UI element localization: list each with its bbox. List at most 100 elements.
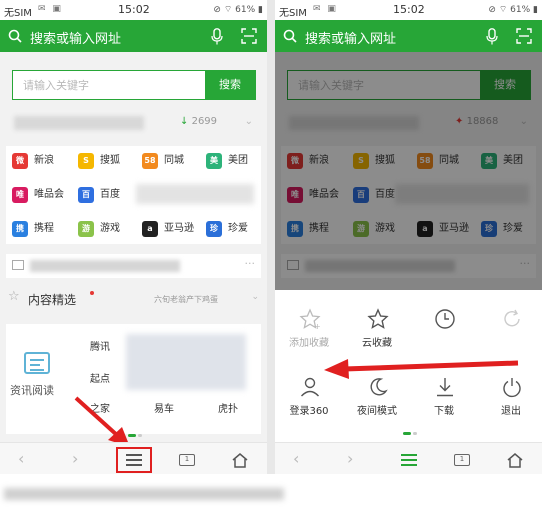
home-icon[interactable]: [506, 452, 524, 468]
status-bar: 无SIM ✉ ▣ 15:02 ⊘ ⌔ 61% ▮: [0, 0, 267, 20]
featured-header[interactable]: ☆ 内容精选 六旬老翁产下鸡蛋 ⌄: [6, 288, 261, 310]
meituan-icon: 美: [206, 153, 222, 169]
address-bar-text: 搜索或输入网址: [30, 32, 122, 47]
notification-icons: ✉ ▣: [38, 4, 63, 14]
chevron-down-icon[interactable]: ⌄: [251, 292, 259, 302]
home-content: 搜索 ↓ 2699 ⌄ 微新浪 S 搜狐 58 同城 美美团 唯唯品会 百百度 携携…: [0, 52, 267, 442]
power-icon: [503, 378, 521, 398]
shortcut-label: 亚马逊: [164, 223, 194, 234]
status-right: ⊘ ⌔ 61% ▮: [213, 5, 263, 15]
tabs-icon[interactable]: 1: [179, 454, 195, 466]
keyword-input[interactable]: [13, 71, 207, 99]
screenshot-root: 无SIM ✉ ▣ 15:02 ⊘ ⌔ 61% ▮ 搜索或输入网址 搜索 ↓ 26…: [0, 0, 542, 507]
menu-label: 云收藏: [362, 338, 392, 349]
notification-icons: ✉ ▣: [313, 4, 338, 14]
add-bookmark-icon: +: [299, 308, 321, 330]
menu-label: 夜间模式: [357, 406, 397, 417]
page-indicator: [128, 434, 142, 437]
battery-level: 61%: [510, 5, 531, 15]
refresh-icon: [504, 309, 520, 327]
shortcut-label: 百度: [100, 189, 120, 200]
left-phone-screen: 无SIM ✉ ▣ 15:02 ⊘ ⌔ 61% ▮ 搜索或输入网址 搜索 ↓ 26…: [0, 0, 267, 474]
scan-icon[interactable]: [241, 28, 257, 44]
58-icon: 58: [142, 153, 158, 169]
shortcut-label: 搜狐: [100, 155, 120, 166]
search-icon: [8, 29, 22, 43]
search-button[interactable]: 搜索: [205, 71, 255, 99]
news-source[interactable]: 起点: [90, 370, 110, 385]
blurred-shortcuts: [136, 184, 254, 204]
screen-divider: [267, 0, 275, 474]
news-title: 资讯阅读: [10, 384, 54, 397]
recent-history-row[interactable]: ···: [6, 254, 261, 278]
menu-history[interactable]: [414, 308, 474, 352]
page-indicator: [403, 432, 417, 435]
menu-label: 登录360: [289, 406, 329, 417]
clock: 15:02: [118, 3, 150, 16]
weibo-icon: 微: [12, 153, 28, 169]
news-source[interactable]: 虎扑: [218, 400, 238, 415]
menu-exit[interactable]: 退出: [481, 376, 541, 420]
status-right: ⊘ ⌔ 61% ▮: [488, 5, 538, 15]
amazon-icon: a: [142, 221, 158, 237]
news-blurred: [126, 334, 246, 390]
clock: 15:02: [393, 3, 425, 16]
shortcut-label: 携程: [34, 223, 54, 234]
shortcut-label: 游戏: [100, 223, 120, 234]
bottom-toolbar: ‹ › 1: [0, 442, 267, 474]
menu-label: 添加收藏: [289, 338, 329, 349]
menu-download[interactable]: 下载: [414, 376, 474, 420]
home-icon[interactable]: [231, 452, 249, 468]
menu-label: 退出: [501, 406, 521, 417]
featured-headline: 六旬老翁产下鸡蛋: [154, 295, 218, 304]
featured-title: 内容精选: [28, 293, 77, 307]
forward-icon[interactable]: ›: [347, 449, 353, 468]
menu-add-bookmark[interactable]: + 添加收藏: [279, 308, 339, 352]
chevron-down-icon[interactable]: ⌄: [245, 116, 253, 127]
right-phone-screen: 无SIM ✉ ▣ 15:02 ⊘ ⌔ 61% ▮ 搜索或输入网址 搜索 ✦ 18…: [275, 0, 542, 474]
shortcut-grid: 微新浪 S 搜狐 58 同城 美美团 唯唯品会 百百度 携携程 游游戏 a 亚马逊 珍…: [6, 146, 261, 244]
keyword-search-box: 搜索: [12, 70, 256, 100]
zhenai-icon: 珍: [206, 221, 222, 237]
hot-search-row[interactable]: ↓ 2699 ⌄: [0, 110, 267, 138]
caption-blurred: [0, 478, 542, 507]
menu-login-360[interactable]: 登录360: [279, 376, 339, 420]
baidu-icon: 百: [78, 187, 94, 203]
hot-search-blurred: [14, 116, 144, 130]
mic-icon[interactable]: [211, 28, 223, 45]
shortcut-label: 唯品会: [34, 189, 64, 200]
vip-icon: 唯: [12, 187, 28, 203]
address-bar[interactable]: 搜索或输入网址: [0, 20, 267, 52]
address-bar[interactable]: 搜索或输入网址: [275, 20, 542, 52]
forward-icon[interactable]: ›: [72, 449, 78, 468]
scan-icon[interactable]: [516, 28, 532, 44]
back-icon[interactable]: ‹: [293, 449, 299, 468]
news-icon: [24, 352, 50, 374]
news-source[interactable]: 易车: [154, 400, 174, 415]
carrier-text: 无SIM: [279, 8, 307, 19]
game-icon: 游: [78, 221, 94, 237]
history-clock-icon: [435, 309, 455, 329]
tabs-icon[interactable]: 1: [454, 454, 470, 466]
menu-icon[interactable]: [401, 453, 417, 467]
svg-text:+: +: [314, 322, 321, 330]
carrier-text: 无SIM: [4, 8, 32, 19]
menu-refresh[interactable]: [481, 308, 541, 352]
download-icon: [437, 378, 453, 397]
menu-night-mode[interactable]: 夜间模式: [347, 376, 407, 420]
star-icon: [367, 308, 389, 329]
moon-icon: [370, 378, 388, 396]
hot-count-value: 2699: [191, 116, 218, 127]
news-source[interactable]: 腾讯: [90, 338, 110, 353]
shortcut-label: 美团: [228, 155, 248, 166]
more-icon[interactable]: ···: [245, 257, 256, 270]
menu-cloud-bookmark[interactable]: 云收藏: [347, 308, 407, 352]
menu-backdrop[interactable]: [275, 52, 542, 290]
mic-icon[interactable]: [486, 28, 498, 45]
recent-blurred-text: [30, 260, 180, 272]
bottom-toolbar: ‹ › 1: [275, 442, 542, 474]
back-icon[interactable]: ‹: [18, 449, 24, 468]
red-pointer-arrow: [324, 359, 519, 379]
battery-level: 61%: [235, 5, 256, 15]
ctrip-icon: 携: [12, 221, 28, 237]
